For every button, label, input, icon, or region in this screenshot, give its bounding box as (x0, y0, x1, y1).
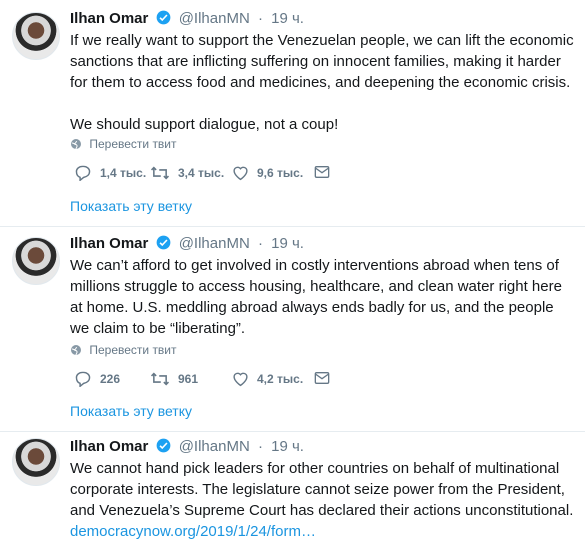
verified-badge-icon (156, 235, 171, 254)
message-icon (314, 166, 330, 178)
tweet-paragraph: We should support dialogue, not a coup! (70, 116, 339, 133)
retweet-icon (150, 372, 170, 386)
tweet-paragraph: We can’t afford to get involved in costl… (70, 257, 562, 337)
message-button[interactable] (314, 165, 338, 179)
tweet[interactable]: Ilhan Omar @IlhanMN · 19 ч. We can’t aff… (0, 227, 585, 432)
author-handle[interactable]: @IlhanMN (179, 10, 250, 27)
tweet[interactable]: Ilhan Omar @IlhanMN · 19 ч. We cannot ha… (0, 432, 585, 544)
reply-count: 1,4 тыс. (100, 166, 147, 180)
verified-badge-icon (156, 10, 171, 29)
reply-count: 226 (100, 372, 121, 386)
translate-label: Перевести твит (89, 137, 177, 151)
retweet-button[interactable]: 961 (150, 371, 198, 387)
avatar[interactable] (12, 12, 60, 60)
retweet-count: 3,4 тыс. (178, 166, 225, 180)
message-button[interactable] (314, 371, 338, 385)
globe-icon (71, 345, 81, 356)
tweet-paragraph: If we really want to support the Venezue… (70, 32, 574, 91)
translate-tweet-link[interactable]: Перевести твит (70, 343, 177, 357)
tweet-header: Ilhan Omar @IlhanMN · 19 ч. (70, 10, 304, 29)
retweet-icon (150, 166, 170, 180)
author-name[interactable]: Ilhan Omar (70, 438, 148, 455)
reply-button[interactable]: 226 (74, 371, 120, 387)
tweet-text: If we really want to support the Venezue… (70, 30, 575, 135)
reply-icon (75, 165, 91, 181)
tweet-text: We cannot hand pick leaders for other co… (70, 458, 575, 542)
avatar[interactable] (12, 438, 60, 486)
like-icon (233, 372, 248, 387)
author-name[interactable]: Ilhan Omar (70, 10, 148, 27)
tweet[interactable]: Ilhan Omar @IlhanMN · 19 ч. If we really… (0, 0, 585, 227)
timestamp[interactable]: 19 ч. (271, 10, 304, 27)
translate-label: Перевести твит (89, 343, 177, 357)
show-thread-link[interactable]: Показать эту ветку (70, 403, 192, 419)
author-name[interactable]: Ilhan Omar (70, 235, 148, 252)
message-icon (314, 372, 330, 384)
tweet-header: Ilhan Omar @IlhanMN · 19 ч. (70, 438, 304, 457)
avatar[interactable] (12, 237, 60, 285)
show-thread-link[interactable]: Показать эту ветку (70, 198, 192, 214)
timestamp[interactable]: 19 ч. (271, 235, 304, 252)
tweet-header: Ilhan Omar @IlhanMN · 19 ч. (70, 235, 304, 254)
author-handle[interactable]: @IlhanMN (179, 438, 250, 455)
retweet-button[interactable]: 3,4 тыс. (150, 165, 224, 181)
timestamp[interactable]: 19 ч. (271, 438, 304, 455)
author-handle[interactable]: @IlhanMN (179, 235, 250, 252)
like-count: 4,2 тыс. (257, 372, 304, 386)
tweet-actions: 226 961 4,2 тыс. (70, 371, 340, 391)
like-button[interactable]: 9,6 тыс. (232, 165, 303, 181)
verified-badge-icon (156, 438, 171, 457)
like-count: 9,6 тыс. (257, 166, 304, 180)
reply-button[interactable]: 1,4 тыс. (74, 165, 146, 181)
like-icon (233, 166, 248, 181)
globe-icon (71, 139, 81, 150)
reply-icon (75, 371, 91, 387)
tweet-text: We can’t afford to get involved in costl… (70, 255, 575, 339)
tweet-actions: 1,4 тыс. 3,4 тыс. 9,6 тыс. (70, 165, 340, 185)
tweet-link[interactable]: democracynow.org/2019/1/24/form… (70, 523, 316, 540)
tweet-paragraph: We cannot hand pick leaders for other co… (70, 460, 574, 540)
retweet-count: 961 (178, 372, 199, 386)
like-button[interactable]: 4,2 тыс. (232, 371, 303, 387)
translate-tweet-link[interactable]: Перевести твит (70, 137, 177, 151)
